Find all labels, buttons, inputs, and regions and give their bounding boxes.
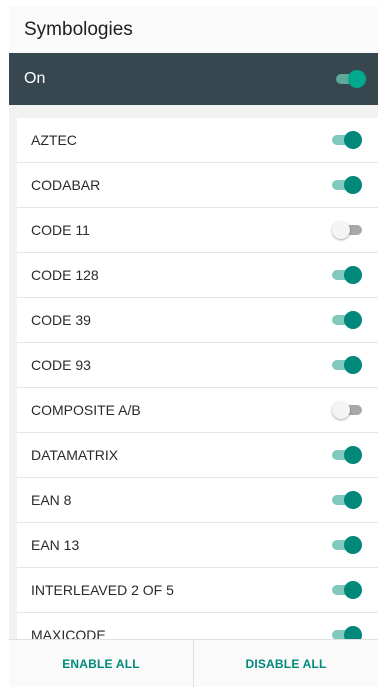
- toggle-thumb: [344, 446, 362, 464]
- symbology-row[interactable]: EAN 13: [17, 523, 378, 568]
- symbology-row[interactable]: CODE 128: [17, 253, 378, 298]
- symbology-label: COMPOSITE A/B: [31, 402, 141, 418]
- toggle-thumb: [344, 131, 362, 149]
- toggle-thumb: [344, 266, 362, 284]
- page-title: Symbologies: [24, 18, 133, 40]
- disable-all-button[interactable]: DISABLE ALL: [193, 640, 378, 687]
- toggle-thumb: [332, 401, 350, 419]
- footer-bar: ENABLE ALL DISABLE ALL: [9, 639, 378, 687]
- toggle-thumb: [344, 491, 362, 509]
- symbology-toggle[interactable]: [332, 443, 362, 467]
- toggle-thumb: [348, 70, 366, 88]
- toggle-thumb: [344, 176, 362, 194]
- symbology-toggle[interactable]: [332, 128, 362, 152]
- symbology-row[interactable]: CODE 11: [17, 208, 378, 253]
- symbology-list-container[interactable]: AZTEC CODABAR CODE 11 CODE 128 CODE 39 CODE 9…: [9, 105, 378, 639]
- symbology-label: CODE 39: [31, 312, 91, 328]
- toggle-thumb: [344, 581, 362, 599]
- enable-all-button[interactable]: ENABLE ALL: [9, 640, 193, 687]
- master-toggle[interactable]: [336, 67, 366, 91]
- master-switch-label: On: [24, 70, 46, 87]
- symbology-label: INTERLEAVED 2 OF 5: [31, 582, 174, 598]
- symbology-row[interactable]: COMPOSITE A/B: [17, 388, 378, 433]
- toggle-thumb: [344, 536, 362, 554]
- symbology-toggle[interactable]: [332, 488, 362, 512]
- symbology-row[interactable]: CODABAR: [17, 163, 378, 208]
- symbology-toggle[interactable]: [332, 533, 362, 557]
- symbology-label: CODABAR: [31, 177, 101, 193]
- symbology-row[interactable]: INTERLEAVED 2 OF 5: [17, 568, 378, 613]
- symbology-label: EAN 8: [31, 492, 72, 508]
- symbology-label: EAN 13: [31, 537, 80, 553]
- symbology-label: CODE 93: [31, 357, 91, 373]
- toggle-thumb: [332, 221, 350, 239]
- symbology-label: CODE 11: [31, 222, 90, 238]
- toggle-thumb: [344, 311, 362, 329]
- symbology-label: DATAMATRIX: [31, 447, 119, 463]
- master-switch-bar[interactable]: On: [9, 53, 378, 105]
- symbologies-screen: Symbologies On AZTEC CODABAR CODE 11 CODE 1…: [9, 6, 378, 687]
- toggle-thumb: [344, 356, 362, 374]
- symbology-label: CODE 128: [31, 267, 99, 283]
- toggle-thumb: [344, 626, 362, 639]
- symbology-row[interactable]: DATAMATRIX: [17, 433, 378, 478]
- symbology-label: AZTEC: [31, 132, 77, 148]
- symbology-row[interactable]: CODE 39: [17, 298, 378, 343]
- symbology-toggle[interactable]: [332, 308, 362, 332]
- symbology-toggle[interactable]: [332, 353, 362, 377]
- symbology-label: MAXICODE: [31, 627, 106, 639]
- symbology-toggle[interactable]: [332, 623, 362, 639]
- symbology-row[interactable]: MAXICODE: [17, 613, 378, 639]
- symbology-toggle[interactable]: [332, 218, 362, 242]
- symbology-toggle[interactable]: [332, 578, 362, 602]
- symbology-toggle[interactable]: [332, 263, 362, 287]
- symbology-list: AZTEC CODABAR CODE 11 CODE 128 CODE 39 CODE 9…: [17, 118, 378, 639]
- symbology-toggle[interactable]: [332, 398, 362, 422]
- symbology-row[interactable]: AZTEC: [17, 118, 378, 163]
- symbology-row[interactable]: EAN 8: [17, 478, 378, 523]
- app-bar: Symbologies: [9, 6, 378, 53]
- symbology-row[interactable]: CODE 93: [17, 343, 378, 388]
- symbology-toggle[interactable]: [332, 173, 362, 197]
